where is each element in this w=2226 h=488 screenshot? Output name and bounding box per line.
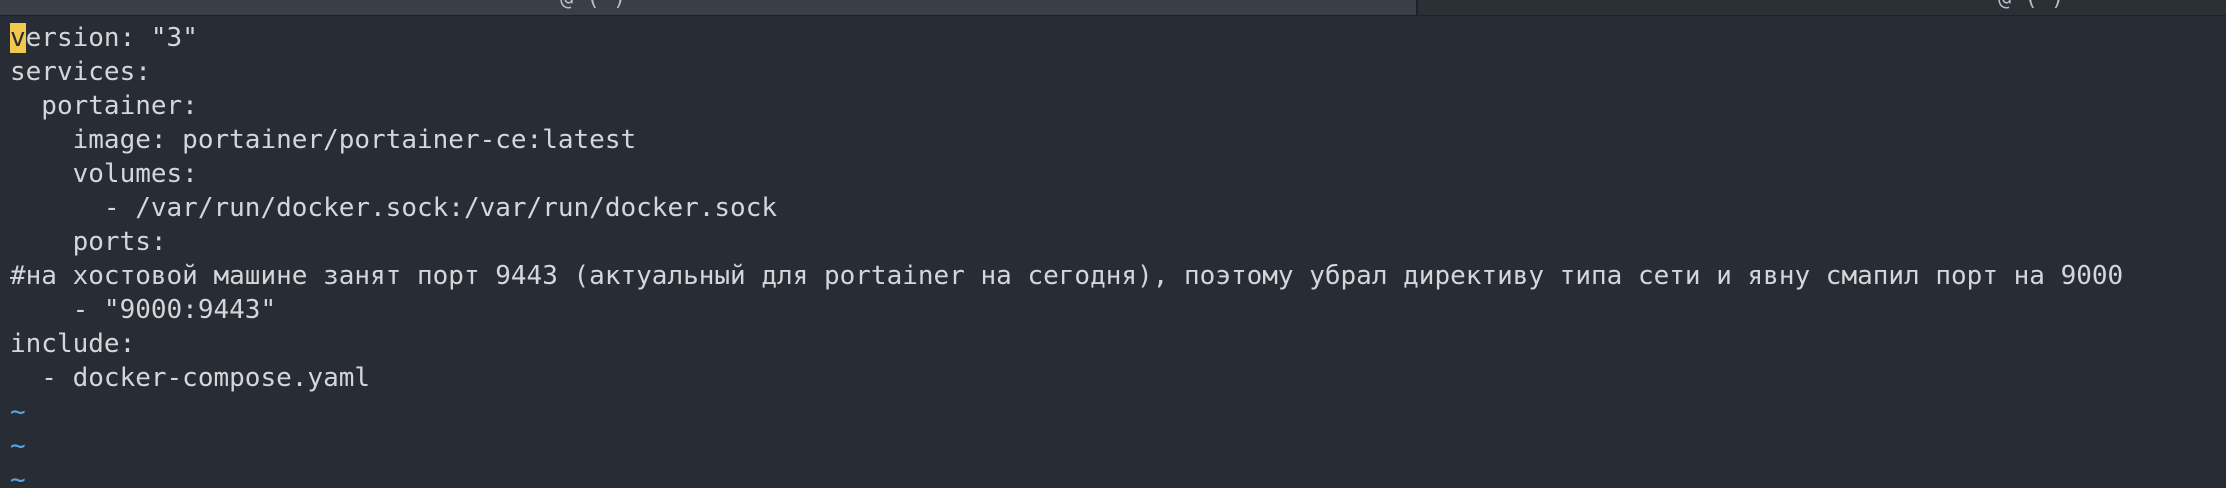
- empty-line-marker: ~: [10, 397, 26, 427]
- editor-line[interactable]: volumes:: [0, 157, 2226, 191]
- editor-line-comment[interactable]: #на хостовой машине занят порт 9443 (акт…: [0, 259, 2226, 293]
- editor-line[interactable]: - docker-compose.yaml: [0, 361, 2226, 395]
- empty-line-marker: ~: [10, 465, 26, 488]
- editor-line[interactable]: services:: [0, 55, 2226, 89]
- tab-inactive[interactable]: @ ( ): [1418, 0, 2226, 15]
- cursor: v: [10, 23, 26, 53]
- tab-active[interactable]: @ ( ): [0, 0, 1418, 15]
- editor-line[interactable]: portainer:: [0, 89, 2226, 123]
- editor-line[interactable]: - "9000:9443": [0, 293, 2226, 327]
- editor-line[interactable]: ports:: [0, 225, 2226, 259]
- editor-buffer[interactable]: version: "3" services: portainer: image:…: [0, 21, 2226, 488]
- empty-line-marker: ~: [10, 431, 26, 461]
- editor-line[interactable]: include:: [0, 327, 2226, 361]
- editor-line[interactable]: image: portainer/portainer-ce:latest: [0, 123, 2226, 157]
- tab-label: @ ( ): [560, 0, 626, 11]
- editor-line[interactable]: version: "3": [0, 21, 2226, 55]
- editor-line[interactable]: - /var/run/docker.sock:/var/run/docker.s…: [0, 191, 2226, 225]
- line-text: ersion: "3": [25, 23, 198, 53]
- tab-label: @ ( ): [1998, 0, 2064, 11]
- tab-bar: @ ( ) @ ( ): [0, 0, 2226, 16]
